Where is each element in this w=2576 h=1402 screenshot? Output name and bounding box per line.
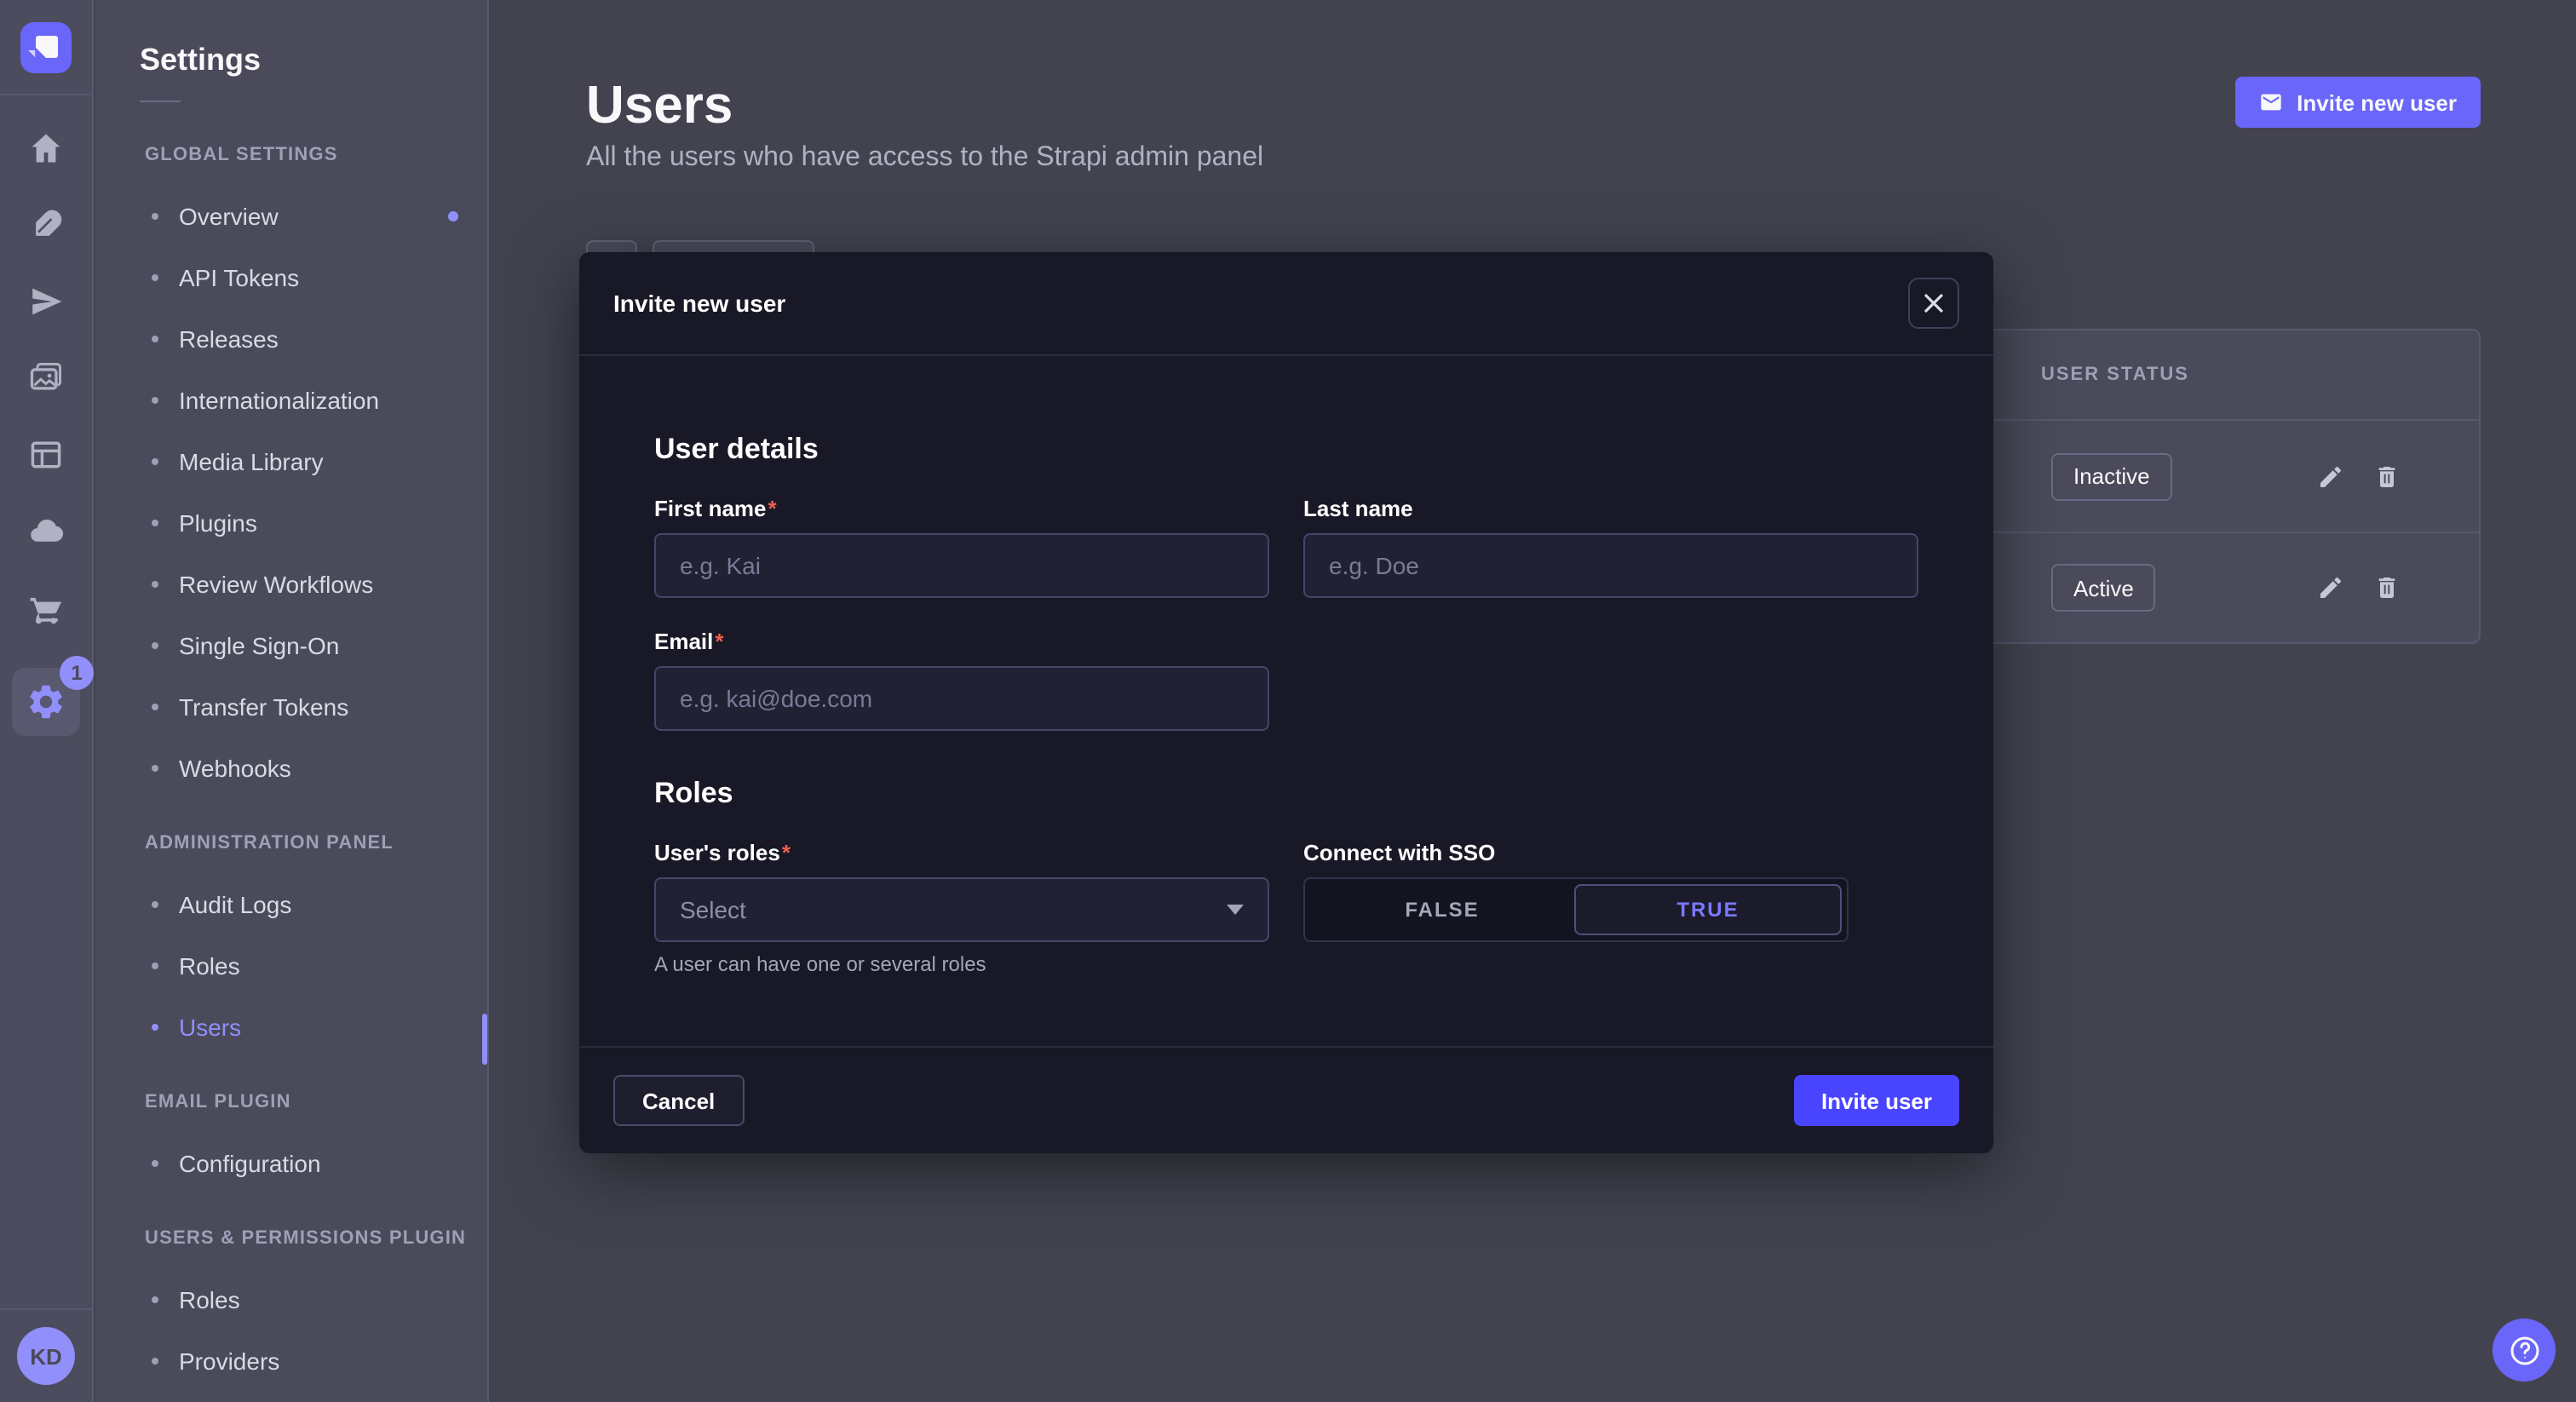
invite-user-button[interactable]: Invite user: [1794, 1075, 1959, 1126]
users-roles-label: User's roles*: [654, 840, 1269, 867]
last-name-field-group: Last name: [1303, 496, 1918, 598]
roles-hint: A user can have one or several roles: [654, 952, 1269, 976]
invite-user-modal: Invite new user User details First name*…: [579, 252, 1993, 1153]
sso-field-group: Connect with SSO FALSE TRUE: [1303, 840, 1918, 976]
users-roles-select[interactable]: Select: [654, 877, 1269, 942]
email-label: Email*: [654, 629, 1269, 656]
close-icon[interactable]: [1908, 278, 1959, 329]
required-asterisk: *: [782, 840, 791, 865]
sso-toggle: FALSE TRUE: [1303, 877, 1849, 942]
last-name-input[interactable]: [1303, 533, 1918, 598]
sso-toggle-true[interactable]: TRUE: [1574, 884, 1842, 935]
first-name-label: First name*: [654, 496, 1269, 523]
email-field-group: Email*: [654, 629, 1269, 731]
user-details-heading: User details: [654, 431, 1918, 468]
users-roles-field-group: User's roles* Select A user can have one…: [654, 840, 1269, 976]
first-name-field-group: First name*: [654, 496, 1269, 598]
email-input[interactable]: [654, 666, 1269, 731]
required-asterisk: *: [715, 629, 723, 654]
sso-toggle-false[interactable]: FALSE: [1310, 884, 1574, 935]
modal-header: Invite new user: [579, 252, 1993, 356]
strapi-admin-app: 1 KD Settings GLOBAL SETTINGS Overview A…: [0, 0, 2576, 1402]
cancel-button[interactable]: Cancel: [613, 1075, 744, 1126]
modal-footer: Cancel Invite user: [579, 1046, 1993, 1153]
chevron-down-icon: [1227, 905, 1244, 915]
last-name-label: Last name: [1303, 496, 1918, 523]
first-name-input[interactable]: [654, 533, 1269, 598]
modal-body: User details First name* Last name Email…: [579, 356, 1993, 1046]
modal-title: Invite new user: [613, 290, 785, 317]
roles-heading: Roles: [654, 775, 1918, 813]
connect-with-sso-label: Connect with SSO: [1303, 840, 1918, 867]
select-placeholder: Select: [680, 896, 746, 923]
required-asterisk: *: [768, 496, 777, 521]
